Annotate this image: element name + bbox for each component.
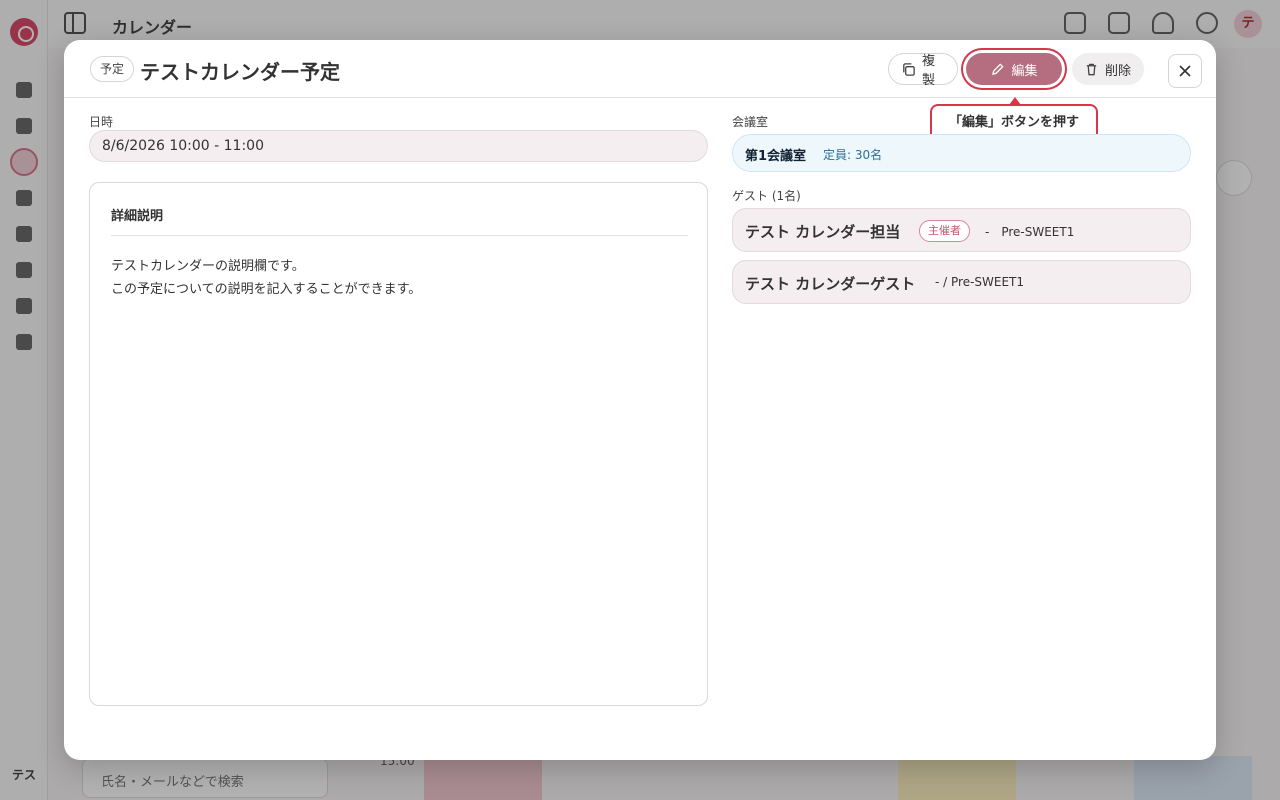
edit-button-label: 編集 bbox=[1011, 63, 1038, 79]
room-label: 会議室 bbox=[732, 115, 769, 129]
close-button[interactable] bbox=[1168, 54, 1202, 88]
guest-item: テスト カレンダー担当 主催者 - Pre-SWEET1 bbox=[732, 208, 1191, 252]
edit-button[interactable]: 編集 bbox=[966, 53, 1062, 85]
room-name: 第1会議室 bbox=[745, 149, 807, 164]
description-card: 詳細説明 テストカレンダーの説明欄です。 この予定についての説明を記入することが… bbox=[89, 182, 708, 706]
description-heading: 詳細説明 bbox=[111, 209, 164, 224]
pencil-icon bbox=[992, 63, 1004, 75]
datetime-label: 日時 bbox=[89, 115, 114, 129]
guest-name: テスト カレンダー担当 bbox=[745, 223, 901, 241]
room-capacity: 定員: 30名 bbox=[823, 148, 883, 162]
guest-name: テスト カレンダーゲスト bbox=[745, 275, 916, 293]
datetime-value: 8/6/2026 10:00 - 11:00 bbox=[89, 130, 708, 162]
copy-icon bbox=[903, 62, 915, 76]
guest-organization: - / Pre-SWEET1 bbox=[935, 275, 1025, 289]
event-type-badge: 予定 bbox=[90, 56, 135, 82]
guest-item: テスト カレンダーゲスト - / Pre-SWEET1 bbox=[732, 260, 1191, 304]
description-divider bbox=[111, 235, 688, 236]
duplicate-button-label: 複製 bbox=[922, 54, 936, 88]
trash-icon bbox=[1086, 63, 1097, 75]
description-line: この予定についての説明を記入することができます。 bbox=[111, 282, 422, 297]
event-title: テストカレンダー予定 bbox=[140, 60, 340, 84]
guest-organization: - Pre-SWEET1 bbox=[985, 225, 1075, 239]
delete-button[interactable]: 削除 bbox=[1072, 53, 1144, 85]
room-card: 第1会議室 定員: 30名 bbox=[732, 134, 1191, 172]
modal-header: 予定 テストカレンダー予定 複製 編集 削除 bbox=[64, 40, 1216, 98]
event-detail-modal: 予定 テストカレンダー予定 複製 編集 削除 「編集」ボタンを押す 日時 8/6… bbox=[64, 40, 1216, 760]
organizer-badge: 主催者 bbox=[919, 220, 970, 242]
duplicate-button[interactable]: 複製 bbox=[888, 53, 958, 88]
close-icon bbox=[1179, 65, 1191, 77]
guests-label: ゲスト (1名) bbox=[732, 189, 801, 203]
delete-button-label: 削除 bbox=[1105, 63, 1132, 79]
description-line: テストカレンダーの説明欄です。 bbox=[111, 259, 305, 274]
